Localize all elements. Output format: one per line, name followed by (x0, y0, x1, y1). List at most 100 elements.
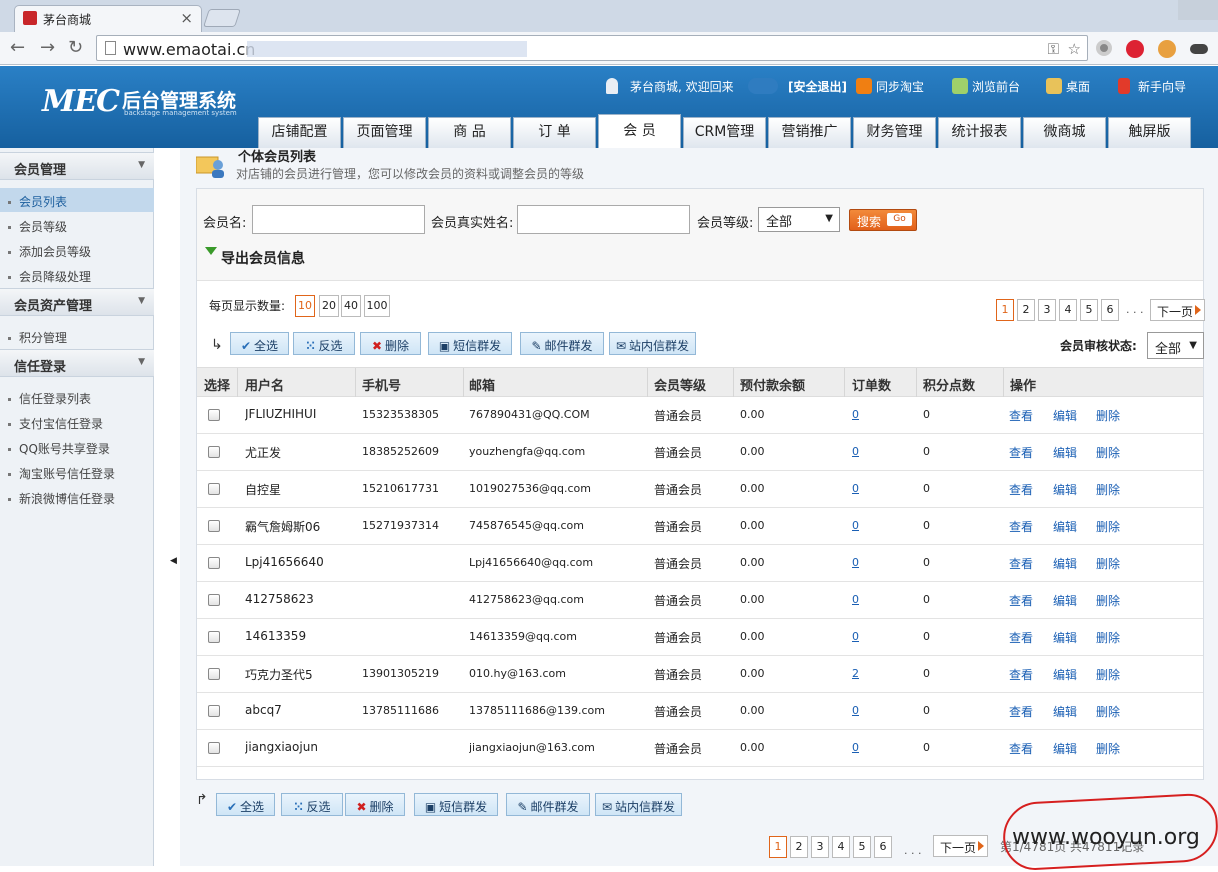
view-link[interactable]: 查看 (1009, 592, 1033, 609)
reload-icon[interactable]: ↻ (68, 37, 83, 58)
real-name-input[interactable] (517, 205, 690, 234)
edit-link[interactable]: 编辑 (1053, 407, 1077, 424)
tab-shop-config[interactable]: 店铺配置 (258, 117, 341, 148)
delete-link[interactable]: 删除 (1096, 481, 1120, 498)
collapse-sidebar-icon[interactable]: ◀ (170, 556, 177, 566)
export-members-link[interactable]: 导出会员信息 (221, 248, 305, 268)
view-link[interactable]: 查看 (1009, 740, 1033, 757)
edit-link[interactable]: 编辑 (1053, 592, 1077, 609)
edit-link[interactable]: 编辑 (1053, 555, 1077, 572)
page-link[interactable]: 5 (853, 836, 871, 858)
tab-members[interactable]: 会 员 (598, 114, 681, 148)
edit-link[interactable]: 编辑 (1053, 740, 1077, 757)
delete-link[interactable]: 删除 (1096, 518, 1120, 535)
delete-link[interactable]: 删除 (1096, 555, 1120, 572)
tab-crm[interactable]: CRM管理 (683, 117, 766, 148)
tab-page-manage[interactable]: 页面管理 (343, 117, 426, 148)
sync-taobao-link[interactable]: 同步淘宝 (876, 78, 924, 95)
per-page-option[interactable]: 10 (295, 295, 315, 317)
sms-broadcast-button[interactable]: ▣ 短信群发 (428, 332, 512, 355)
tab-micro-mall[interactable]: 微商城 (1023, 117, 1106, 148)
edit-link[interactable]: 编辑 (1053, 703, 1077, 720)
wrench-icon[interactable]: ⚿ (1048, 40, 1059, 58)
edit-link[interactable]: 编辑 (1053, 518, 1077, 535)
extension-icon[interactable] (1096, 40, 1112, 56)
invert-selection-button-bottom[interactable]: ⁙ 反选 (281, 793, 343, 816)
cell-orders[interactable]: 0 (852, 593, 859, 606)
email-broadcast-button[interactable]: ✎ 邮件群发 (520, 332, 604, 355)
page-link[interactable]: 6 (874, 836, 892, 858)
new-tab-button[interactable] (203, 9, 241, 27)
row-checkbox[interactable] (208, 742, 220, 754)
row-checkbox[interactable] (208, 705, 220, 717)
per-page-option[interactable]: 100 (364, 295, 390, 317)
row-checkbox[interactable] (208, 483, 220, 495)
row-checkbox[interactable] (208, 446, 220, 458)
cell-orders[interactable]: 0 (852, 519, 859, 532)
cell-orders[interactable]: 2 (852, 667, 859, 680)
per-page-option[interactable]: 20 (319, 295, 339, 317)
site-message-button-bottom[interactable]: ✉ 站内信群发 (595, 793, 682, 816)
next-page-button-bottom[interactable]: 下一页 (933, 835, 988, 857)
row-checkbox[interactable] (208, 520, 220, 532)
select-all-button-bottom[interactable]: ✔ 全选 (216, 793, 275, 816)
view-link[interactable]: 查看 (1009, 629, 1033, 646)
page-link[interactable]: 3 (811, 836, 829, 858)
sidebar-item-points[interactable]: 积分管理 (0, 324, 154, 348)
page-link[interactable]: 4 (832, 836, 850, 858)
sidebar-group-trust-login[interactable]: 信任登录 ▼ (0, 349, 154, 377)
delete-selected-button[interactable]: ✖ 删除 (360, 332, 421, 355)
bookmark-star-icon[interactable]: ☆ (1068, 40, 1081, 58)
delete-link[interactable]: 删除 (1096, 592, 1120, 609)
view-link[interactable]: 查看 (1009, 666, 1033, 683)
view-link[interactable]: 查看 (1009, 444, 1033, 461)
delete-selected-button-bottom[interactable]: ✖ 删除 (345, 793, 405, 816)
cell-orders[interactable]: 0 (852, 408, 859, 421)
guide-link[interactable]: 新手向导 (1138, 78, 1186, 95)
sidebar-item-taobao[interactable]: 淘宝账号信任登录 (0, 460, 154, 484)
email-broadcast-button-bottom[interactable]: ✎ 邮件群发 (506, 793, 590, 816)
row-checkbox[interactable] (208, 594, 220, 606)
address-bar[interactable]: www.emaotai.cn ⚿ ☆ (96, 35, 1088, 61)
page-link[interactable]: 1 (769, 836, 787, 858)
cell-orders[interactable]: 0 (852, 482, 859, 495)
tab-finance[interactable]: 财务管理 (853, 117, 936, 148)
delete-link[interactable]: 删除 (1096, 407, 1120, 424)
page-link[interactable]: 4 (1059, 299, 1077, 321)
page-link[interactable]: 5 (1080, 299, 1098, 321)
sidebar-item-qq[interactable]: QQ账号共享登录 (0, 435, 154, 459)
sidebar-item-trust-list[interactable]: 信任登录列表 (0, 385, 154, 409)
audit-status-select[interactable]: 全部 ▼ (1147, 332, 1204, 359)
sidebar-item-downgrade[interactable]: 会员降级处理 (0, 263, 154, 287)
sms-broadcast-button-bottom[interactable]: ▣ 短信群发 (414, 793, 498, 816)
close-tab-icon[interactable]: × (180, 9, 193, 27)
per-page-option[interactable]: 40 (341, 295, 361, 317)
tab-reports[interactable]: 统计报表 (938, 117, 1021, 148)
cell-orders[interactable]: 0 (852, 741, 859, 754)
tab-marketing[interactable]: 营销推广 (768, 117, 851, 148)
back-icon[interactable]: ← (10, 37, 25, 58)
desktop-link[interactable]: 桌面 (1066, 78, 1090, 95)
extension-icon[interactable] (1158, 40, 1176, 58)
tab-products[interactable]: 商 品 (428, 117, 511, 148)
delete-link[interactable]: 删除 (1096, 666, 1120, 683)
tab-touch[interactable]: 触屏版 (1108, 117, 1191, 148)
sidebar-item-alipay[interactable]: 支付宝信任登录 (0, 410, 154, 434)
page-link[interactable]: 2 (1017, 299, 1035, 321)
view-link[interactable]: 查看 (1009, 518, 1033, 535)
extension-icon[interactable] (1126, 40, 1144, 58)
row-checkbox[interactable] (208, 631, 220, 643)
sidebar-group-assets[interactable]: 会员资产管理 ▼ (0, 288, 154, 316)
view-link[interactable]: 查看 (1009, 703, 1033, 720)
next-page-button[interactable]: 下一页 (1150, 299, 1205, 321)
logout-link[interactable]: [安全退出] (788, 78, 847, 95)
sidebar-item-member-level[interactable]: 会员等级 (0, 213, 154, 237)
member-name-input[interactable] (252, 205, 425, 234)
view-link[interactable]: 查看 (1009, 407, 1033, 424)
edit-link[interactable]: 编辑 (1053, 666, 1077, 683)
view-link[interactable]: 查看 (1009, 481, 1033, 498)
edit-link[interactable]: 编辑 (1053, 444, 1077, 461)
page-link[interactable]: 1 (996, 299, 1014, 321)
edit-link[interactable]: 编辑 (1053, 481, 1077, 498)
search-button[interactable]: 搜索 Go (849, 209, 917, 231)
